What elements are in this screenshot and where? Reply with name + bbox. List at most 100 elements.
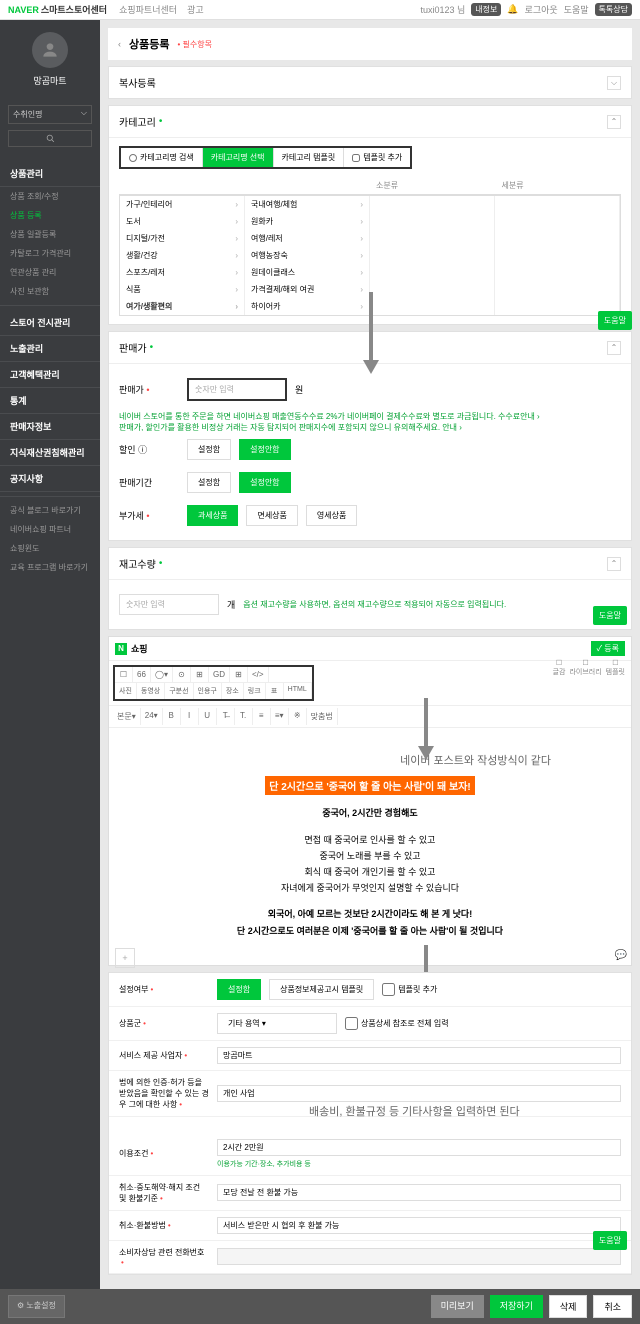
stock-input[interactable]: 숫자만 입력 [119,594,219,615]
toggle-icon[interactable]: ⌃ [607,341,621,355]
menu-group[interactable]: 공지사항 [0,466,100,492]
category-item[interactable]: 가격결제/해외 여권 [245,281,369,298]
save-button[interactable]: 저장하기 [490,1295,543,1318]
period-unset[interactable]: 설정안함 [239,472,290,493]
search-input[interactable] [8,130,92,147]
tab-select[interactable]: 카테고리명 선택 [203,148,274,167]
help-button[interactable]: 도움말 [593,606,627,625]
toolbar-label[interactable]: 장소 [222,683,244,699]
menu-link[interactable]: 쇼핑윈도 [0,539,100,558]
menu-group[interactable]: 스토어 전시관리 [0,310,100,336]
category-item[interactable]: 식품 [120,281,244,298]
toolbar-label[interactable]: 인용구 [194,683,222,699]
toolbar-format[interactable]: B [163,708,181,725]
category-item[interactable]: 원화카 [245,213,369,230]
category-item[interactable]: 원데이클래스 [245,264,369,281]
menu-group[interactable]: 지식재산권침해관리 [0,440,100,466]
toolbar-side[interactable]: ☐라이브러리 [569,659,601,677]
category-item[interactable]: 여가/생활편의 [120,298,244,315]
biz-input[interactable] [217,1047,621,1064]
cancel-input[interactable] [217,1184,621,1201]
preview-button[interactable]: 미리보기 [431,1295,484,1318]
category-item[interactable]: 국내여행/체험 [245,196,369,213]
phone-input[interactable] [217,1248,621,1265]
tab-search[interactable]: 카테고리명 검색 [121,148,203,167]
category-item[interactable]: 생활/건강 [120,247,244,264]
toolbar-icon[interactable]: ⊞ [191,667,209,682]
toolbar-format[interactable]: 맞춤법 [307,708,338,725]
recipient-select[interactable]: 수취인명 [8,105,92,124]
use-input[interactable] [217,1139,621,1156]
toolbar-format[interactable]: ≡▾ [271,708,289,725]
tab-partner[interactable]: 쇼핑파트너센터 [119,3,177,16]
toolbar-icon[interactable]: ◯▾ [151,667,173,682]
toolbar-icon[interactable]: GD [209,667,230,682]
menu-item[interactable]: 연관상품 관리 [0,263,100,282]
tab-ad[interactable]: 광고 [187,3,204,16]
menu-item[interactable]: 상품 일괄등록 [0,225,100,244]
vat-exempt[interactable]: 면세상품 [246,505,297,526]
help-button[interactable]: 도움말 [598,311,632,330]
category-item[interactable]: 여행/레저 [245,230,369,247]
menu-group[interactable]: 상품관리 [0,161,100,187]
toolbar-format[interactable]: ≡ [253,708,271,725]
delete-button[interactable]: 삭제 [549,1295,588,1318]
price-input[interactable]: 숫자만 입력 [187,378,287,401]
menu-item[interactable]: 사진 보관함 [0,282,100,301]
refund-input[interactable] [217,1217,621,1234]
vat-zero[interactable]: 영세상품 [306,505,357,526]
expose-settings[interactable]: ⚙ 노출설정 [8,1295,65,1318]
menu-group[interactable]: 판매자정보 [0,414,100,440]
category-item[interactable]: 도서 [120,213,244,230]
menu-group[interactable]: 고객혜택관리 [0,362,100,388]
menu-link[interactable]: 교육 프로그램 바로가기 [0,558,100,577]
toggle-icon[interactable]: ⌃ [607,557,621,571]
toolbar-format[interactable]: T̶ [217,708,235,725]
toolbar-side[interactable]: ☐글감 [553,659,566,677]
group-select[interactable]: 기타 용역 ▾ [217,1013,337,1034]
toggle-icon[interactable]: ⌵ [607,76,621,90]
toolbar-label[interactable]: 구분선 [165,683,193,699]
toolbar-label[interactable]: 동영상 [137,683,165,699]
vat-taxable[interactable]: 과세상품 [187,505,238,526]
toolbar-label[interactable]: 사진 [115,683,137,699]
category-item[interactable]: 하이어카 [245,298,369,315]
bell-icon[interactable]: 🔔 [507,4,518,15]
editor-save[interactable]: ✓ 등록 [591,641,625,656]
back-icon[interactable]: ‹ [118,39,121,49]
toolbar-icon[interactable]: ⊞ [230,667,248,682]
law-input[interactable] [217,1085,621,1102]
menu-item[interactable]: 상품 등록 [0,206,100,225]
comment-icon[interactable]: 💬 [615,950,627,961]
cancel-button[interactable]: 취소 [593,1295,632,1318]
toolbar-icon[interactable]: 66 [133,667,151,682]
tab-template[interactable]: 카테고리 탬플릿 [274,148,345,167]
toolbar-format[interactable]: ※ [289,708,307,725]
category-item[interactable]: 여행농장숙 [245,247,369,264]
menu-group[interactable]: 통계 [0,388,100,414]
avatar[interactable] [32,32,68,68]
help-button[interactable]: 도움말 [593,1231,627,1250]
add-block[interactable]: + [115,948,135,968]
toolbar-side[interactable]: ☐템플릿 [606,659,625,677]
help-link[interactable]: 도움말 [564,3,589,16]
toolbar-label[interactable]: 표 [266,683,284,699]
chat-badge[interactable]: 톡톡상담 [595,3,632,16]
discount-unset[interactable]: 설정안함 [239,439,290,460]
category-item[interactable]: 디지털/가전 [120,230,244,247]
menu-group[interactable]: 노출관리 [0,336,100,362]
setting-template[interactable]: 상품정보제공고시 템플릿 [269,979,374,1000]
menu-link[interactable]: 공식 블로그 바로가기 [0,501,100,520]
logout-link[interactable]: 로그아웃 [525,3,558,16]
toolbar-icon[interactable]: ⊙ [173,667,191,682]
menu-item[interactable]: 카탈로그 가격관리 [0,244,100,263]
setting-on[interactable]: 설정함 [217,979,261,1000]
menu-item[interactable]: 상품 조회/수정 [0,187,100,206]
toolbar-format[interactable]: 24▾ [141,708,163,725]
period-set[interactable]: 설정함 [187,472,231,493]
toolbar-label[interactable]: 링크 [244,683,266,699]
toolbar-format[interactable]: 본문▾ [113,708,141,725]
tab-add-template[interactable]: 템플릿 추가 [344,148,410,167]
toolbar-icon[interactable]: </> [248,667,269,682]
toolbar-label[interactable]: HTML [284,683,312,699]
